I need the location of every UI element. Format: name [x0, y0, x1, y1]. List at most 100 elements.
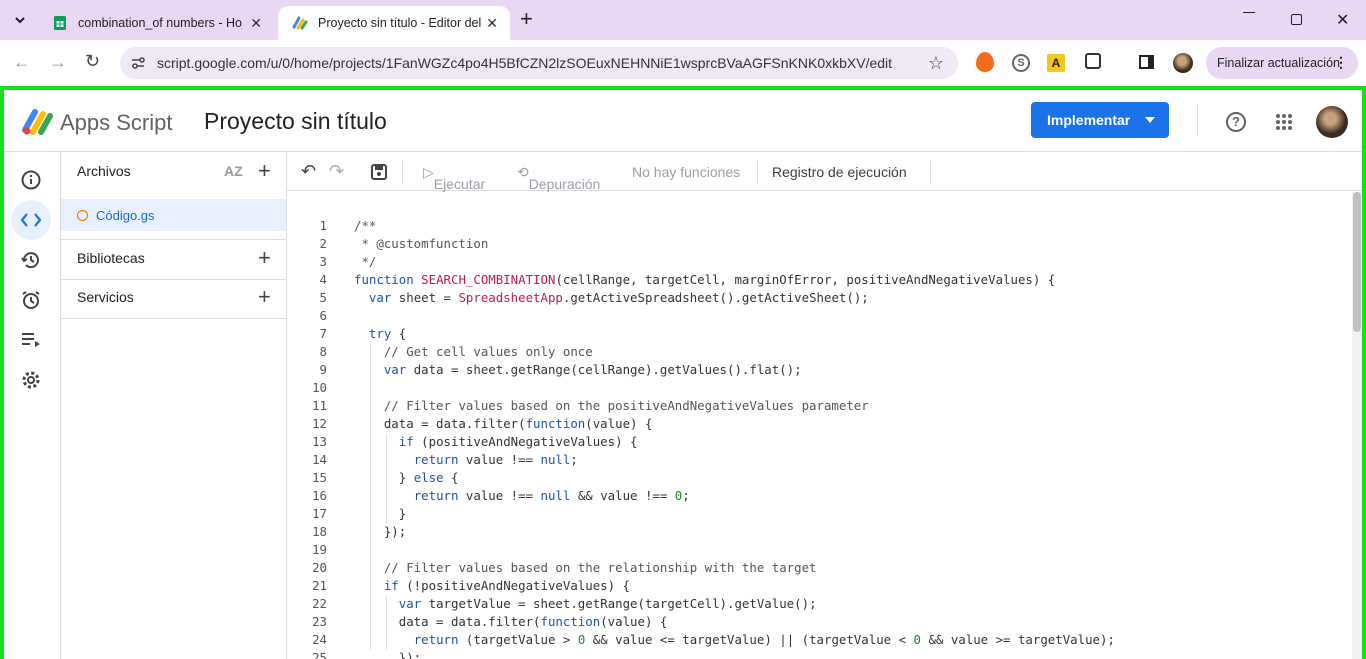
tab-apps-script[interactable]: Proyecto sin título - Editor del p ✕ [278, 6, 510, 40]
code-line[interactable]: }); [354, 650, 421, 659]
add-service-icon[interactable]: + [258, 286, 271, 308]
update-button[interactable]: Finalizar actualización ⋮ [1206, 47, 1358, 79]
forward-icon[interactable]: → [49, 53, 67, 71]
tab-sheets[interactable]: combination_of numbers - Hoja ✕ [38, 6, 274, 40]
code-line[interactable]: if (!positiveAndNegativeValues) { [354, 578, 630, 593]
chevron-down-icon [15, 17, 25, 24]
divider [61, 318, 286, 319]
divider [61, 279, 286, 280]
code-line[interactable]: function SEARCH_COMBINATION(cellRange, t… [354, 272, 1055, 287]
file-item-codigo[interactable]: Código.gs [61, 199, 286, 231]
settings-button[interactable] [16, 365, 46, 395]
code-line[interactable]: * @customfunction [354, 236, 488, 251]
side-panel-icon[interactable] [1139, 55, 1154, 69]
close-icon[interactable]: ✕ [250, 15, 262, 32]
sort-az-icon[interactable]: AZ [224, 163, 243, 179]
extension-skype-icon[interactable]: S [1012, 54, 1030, 72]
executions-button[interactable] [16, 325, 46, 355]
more-vert-icon: ⋮ [1334, 54, 1348, 70]
line-number: 13 [312, 434, 327, 449]
code-line[interactable]: data = data.filter(function(value) { [354, 416, 653, 431]
code-line[interactable]: // Get cell values only once [354, 344, 593, 359]
code-icon [21, 213, 41, 227]
line-number: 9 [319, 362, 327, 377]
extension-fire-icon[interactable] [976, 52, 994, 72]
divider [61, 239, 286, 240]
account-avatar[interactable] [1316, 106, 1348, 138]
address-bar[interactable]: script.google.com/u/0/home/projects/1Fan… [120, 47, 958, 79]
code-line[interactable]: }); [354, 524, 406, 539]
code-line[interactable]: return (targetValue > 0 && value <= targ… [354, 632, 1115, 647]
overview-button[interactable] [16, 165, 46, 195]
project-title[interactable]: Proyecto sin título [204, 108, 387, 135]
code-line[interactable]: var sheet = SpreadsheetApp.getActiveSpre… [354, 290, 869, 305]
code-line[interactable]: try { [354, 326, 406, 341]
line-number: 1 [319, 218, 327, 233]
add-file-icon[interactable]: + [258, 160, 271, 182]
code-line[interactable]: var targetValue = sheet.getRange(targetC… [354, 596, 817, 611]
triggers-button[interactable] [16, 285, 46, 315]
bookmark-star-icon[interactable]: ☆ [928, 53, 944, 74]
line-number: 20 [312, 560, 327, 575]
apps-grid-icon[interactable] [1275, 113, 1293, 131]
redo-icon[interactable]: ↷ [329, 161, 344, 182]
line-number: 17 [312, 506, 327, 521]
services-header: Servicios [77, 289, 134, 305]
execution-log-button[interactable]: Registro de ejecución [772, 164, 907, 180]
code-line[interactable]: var data = sheet.getRange(cellRange).get… [354, 362, 802, 377]
add-library-icon[interactable]: + [258, 247, 271, 269]
brand-name: Apps Script [60, 110, 173, 135]
extension-yellow-icon[interactable]: A [1047, 54, 1065, 72]
line-number: 4 [319, 272, 327, 287]
toolbar-divider [757, 161, 758, 183]
libraries-header: Bibliotecas [77, 250, 145, 266]
code-line[interactable]: return value !== null && value !== 0; [354, 488, 690, 503]
line-number: 7 [319, 326, 327, 341]
editor-button[interactable] [11, 200, 51, 240]
line-number: 18 [312, 524, 327, 539]
run-button[interactable]: ▷ Ejecutar [423, 164, 485, 192]
save-icon[interactable] [371, 164, 387, 180]
editor-toolbar: ↶ ↷ ▷ Ejecutar ⟲ Depuración No hay funci… [287, 152, 1362, 192]
new-tab-button[interactable]: + [520, 8, 533, 30]
close-window-button[interactable]: ✕ [1336, 10, 1349, 30]
restore-button[interactable] [1291, 14, 1302, 25]
tab-search-button[interactable] [8, 8, 32, 32]
profile-avatar[interactable] [1173, 53, 1193, 73]
apps-script-frame: Apps Script Proyecto sin título Implemen… [0, 86, 1366, 659]
alarm-clock-icon [22, 291, 40, 309]
back-icon[interactable]: ← [13, 53, 31, 71]
vertical-scrollbar[interactable] [1352, 192, 1362, 659]
code-line[interactable]: return value !== null; [354, 452, 578, 467]
code-editor: ↶ ↷ ▷ Ejecutar ⟲ Depuración No hay funci… [287, 152, 1362, 659]
undo-icon[interactable]: ↶ [301, 161, 316, 182]
line-number: 6 [319, 308, 327, 323]
extensions-puzzle-icon[interactable] [1085, 53, 1101, 69]
code-line[interactable]: /** [354, 218, 376, 233]
debug-button[interactable]: ⟲ Depuración [517, 164, 600, 192]
toolbar-divider [930, 161, 931, 183]
code-line[interactable]: */ [354, 254, 376, 269]
deploy-button[interactable]: Implementar [1031, 102, 1169, 138]
code-line[interactable]: // Filter values based on the positiveAn… [354, 398, 869, 413]
triggers-history-button[interactable] [16, 245, 46, 275]
scrollbar-thumb[interactable] [1353, 192, 1361, 332]
line-number: 24 [312, 632, 327, 647]
minimize-button[interactable] [1243, 12, 1255, 13]
file-name: Código.gs [96, 207, 155, 223]
reload-icon[interactable]: ↻ [85, 52, 100, 70]
code-line[interactable]: // Filter values based on the relationsh… [354, 560, 817, 575]
line-number: 21 [312, 578, 327, 593]
code-area[interactable]: 1 /** 2 * @customfunction 3 */ 4 function SEA… [287, 192, 1349, 659]
code-line[interactable]: } [354, 506, 406, 521]
close-icon[interactable]: ✕ [486, 15, 498, 32]
apps-script-icon [292, 16, 308, 30]
function-select[interactable]: No hay funciones [632, 164, 740, 180]
code-line[interactable]: data = data.filter(function(value) { [354, 614, 668, 629]
line-number: 10 [312, 380, 327, 395]
line-number: 5 [319, 290, 327, 305]
tab-title: Proyecto sin título - Editor del p [318, 16, 482, 30]
files-panel: Archivos AZ + Código.gs Bibliotecas + Se… [61, 152, 287, 659]
code-line[interactable]: if (positiveAndNegativeValues) { [354, 434, 638, 449]
help-icon[interactable]: ? [1226, 112, 1246, 132]
